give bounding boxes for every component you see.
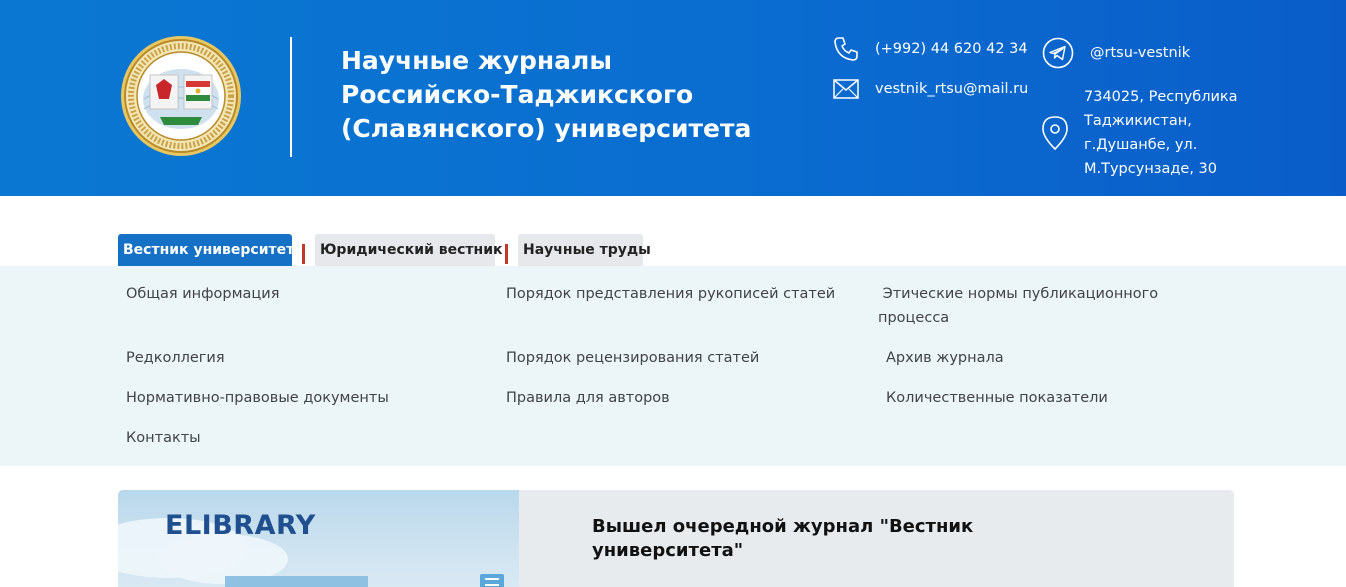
menu-link-journal-archive[interactable]: Архив журнала <box>886 346 1004 370</box>
tab-vestnik-universiteta[interactable]: Вестник университета <box>118 234 304 266</box>
journal-cover-shape <box>225 576 368 587</box>
menu-link-editorial-board[interactable]: Редколлегия <box>126 346 225 370</box>
postal-address: 734025, Республика Таджикистан, г.Душанб… <box>1084 89 1238 177</box>
email-address[interactable]: vestnik_rtsu@mail.ru <box>875 81 1028 97</box>
news-card-image[interactable]: ELIBRARY <box>118 490 519 587</box>
phone-contact[interactable]: (+992) 44 620 42 34 <box>833 36 1028 62</box>
phone-number[interactable]: (+992) 44 620 42 34 <box>875 41 1028 57</box>
tab-nauchnye-trudy[interactable]: Научные труды <box>518 234 651 266</box>
tab-separator <box>302 244 305 264</box>
email-contact[interactable]: vestnik_rtsu@mail.ru <box>833 78 1028 100</box>
telegram-contact[interactable]: @rtsu-vestnik <box>1042 37 1190 69</box>
menu-link-author-guidelines[interactable]: Правила для авторов <box>506 386 670 410</box>
menu-link-contacts[interactable]: Контакты <box>126 426 201 450</box>
university-seal-logo[interactable] <box>120 35 242 157</box>
news-card[interactable]: ELIBRARY Вышел очередной журнал "Вестник… <box>118 490 1234 587</box>
phone-icon <box>834 37 858 61</box>
journal-menu-panel: Общая информация Редколлегия Нормативно-… <box>0 266 1346 466</box>
site-title[interactable]: Научные журналы Российско-Таджикского (С… <box>341 44 761 146</box>
menu-link-general-info[interactable]: Общая информация <box>126 282 279 306</box>
menu-link-quantitative-metrics[interactable]: Количественные показатели <box>886 386 1108 410</box>
telegram-icon <box>1042 37 1074 69</box>
site-header: Научные журналы Российско-Таджикского (С… <box>0 0 1346 196</box>
news-title[interactable]: Вышел очередной журнал "Вестник универси… <box>592 515 1012 563</box>
mail-icon <box>833 79 859 99</box>
elibrary-logo: ELIBRARY <box>165 510 316 541</box>
document-icon <box>480 574 504 587</box>
menu-link-manuscript-submission[interactable]: Порядок представления рукописей статей <box>506 282 835 306</box>
tab-separator <box>505 244 508 264</box>
header-divider <box>290 37 292 157</box>
journal-tabs: Вестник университета Юридический вестник… <box>118 234 651 266</box>
telegram-handle[interactable]: @rtsu-vestnik <box>1090 45 1190 61</box>
location-pin-icon <box>1042 116 1068 150</box>
menu-link-legal-documents[interactable]: Нормативно-правовые документы <box>126 386 389 410</box>
menu-link-review-procedure[interactable]: Порядок рецензирования статей <box>506 346 759 370</box>
menu-link-publication-ethics[interactable]: Этические нормы публикационного процесса <box>878 282 1198 330</box>
tab-yuridicheskiy-vestnik[interactable]: Юридический вестник <box>315 234 503 266</box>
